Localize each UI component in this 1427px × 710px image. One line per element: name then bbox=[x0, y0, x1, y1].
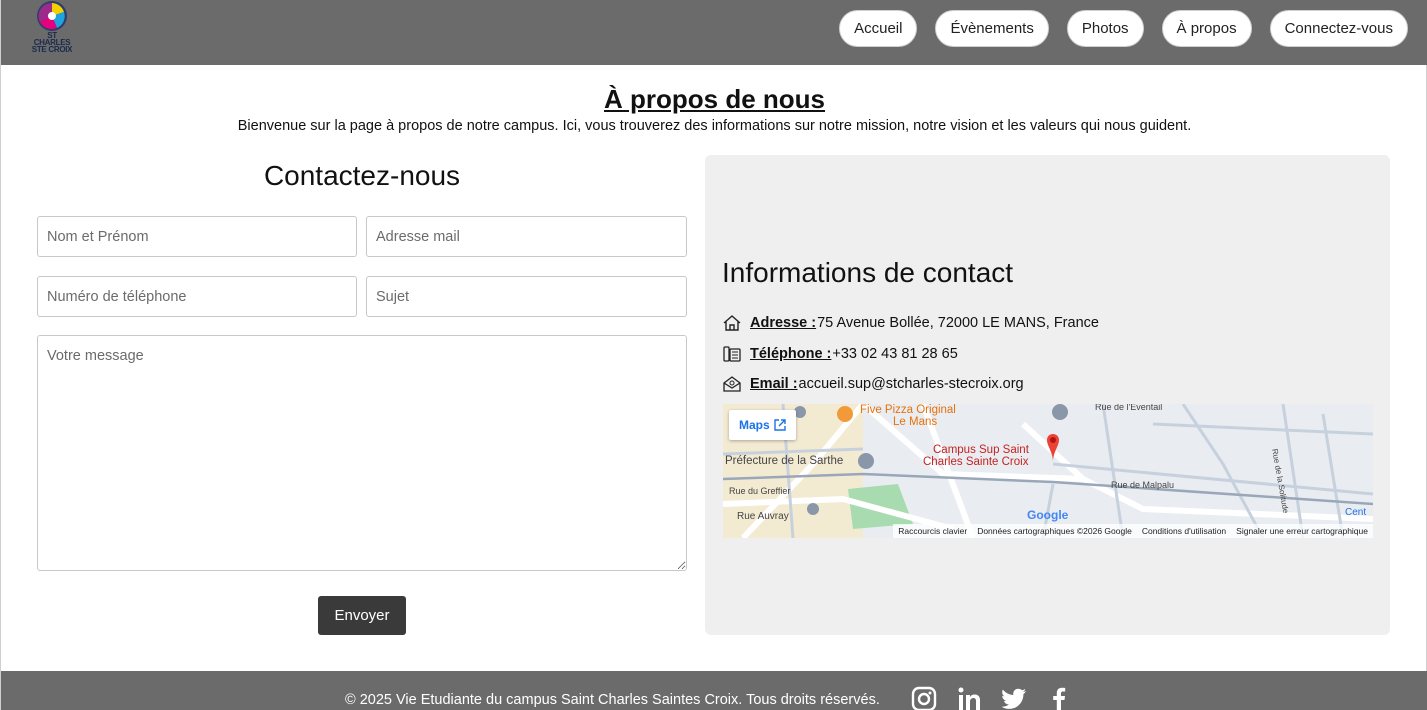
map-label-cent: Cent bbox=[1345, 507, 1367, 518]
message-textarea[interactable] bbox=[37, 335, 687, 571]
facebook-icon[interactable] bbox=[1046, 686, 1073, 710]
map-label-malpalu: Rue de Malpalu bbox=[1111, 480, 1175, 490]
map-label-pizza-city: Le Mans bbox=[893, 416, 938, 428]
nav-accueil-button[interactable]: Accueil bbox=[839, 10, 918, 47]
map-footer: Raccourcis clavier Données cartographiqu… bbox=[893, 524, 1373, 538]
map-terms-link[interactable]: Conditions d'utilisation bbox=[1142, 526, 1226, 536]
phone-label: Téléphone : bbox=[750, 346, 832, 362]
phone-input[interactable] bbox=[37, 276, 357, 317]
subject-input[interactable] bbox=[366, 276, 687, 317]
email-row: Email : accueil.sup@stcharles-stecroix.o… bbox=[722, 375, 1024, 393]
site-footer: © 2025 Vie Etudiante du campus Saint Cha… bbox=[1, 671, 1427, 710]
nav-login-button[interactable]: Connectez-vous bbox=[1269, 10, 1408, 47]
map-label-campus-1: Campus Sup Saint bbox=[933, 444, 1029, 456]
google-logo: Google bbox=[1027, 508, 1069, 522]
map-label-greffier: Rue du Greffier bbox=[729, 486, 791, 496]
address-value: 75 Avenue Bollée, 72000 LE MANS, France bbox=[817, 315, 1099, 331]
nav-a-propos-button[interactable]: À propos bbox=[1161, 10, 1252, 47]
map-label-eventail: Rue de l'Éventail bbox=[1095, 404, 1163, 412]
email-input[interactable] bbox=[366, 216, 687, 257]
phone-row: Téléphone : +33 02 43 81 28 65 bbox=[722, 345, 958, 363]
copyright-text: © 2025 Vie Etudiante du campus Saint Cha… bbox=[345, 692, 880, 708]
email-value: accueil.sup@stcharles-stecroix.org bbox=[798, 376, 1024, 392]
contact-info-panel: Informations de contact Adresse : 75 Ave… bbox=[705, 155, 1390, 635]
instagram-icon[interactable] bbox=[911, 686, 938, 710]
site-header: ST CHARLES STE CROIX Accueil Évènements … bbox=[1, 0, 1427, 65]
map-label-auvray: Rue Auvray bbox=[737, 511, 789, 522]
map-label-pizza: Five Pizza Original bbox=[860, 404, 956, 416]
address-label: Adresse : bbox=[750, 315, 817, 331]
contact-form-title: Contactez-nous bbox=[263, 160, 461, 191]
house-icon bbox=[723, 315, 741, 331]
main-nav: Accueil Évènements Photos À propos Conne… bbox=[839, 10, 1408, 47]
page-title: À propos de nous bbox=[604, 84, 825, 114]
intro-text: Bienvenue sur la page à propos de notre … bbox=[237, 118, 1192, 134]
map-label-campus-2: Charles Sainte Croix bbox=[923, 456, 1029, 468]
google-map[interactable]: Maps Five Pizza Original Le Mans Campus … bbox=[723, 404, 1373, 538]
nav-photos-button[interactable]: Photos bbox=[1066, 10, 1144, 47]
social-links bbox=[911, 686, 1073, 710]
email-label: Email : bbox=[750, 376, 798, 392]
name-input[interactable] bbox=[37, 216, 357, 257]
address-row: Adresse : 75 Avenue Bollée, 72000 LE MAN… bbox=[722, 314, 1099, 332]
map-shortcuts-link[interactable]: Raccourcis clavier bbox=[898, 526, 967, 536]
phone-icon bbox=[723, 346, 741, 362]
send-button[interactable]: Envoyer bbox=[318, 596, 406, 635]
nav-evenements-button[interactable]: Évènements bbox=[935, 10, 1049, 47]
envelope-icon bbox=[723, 376, 741, 392]
open-maps-button[interactable]: Maps bbox=[729, 410, 796, 440]
map-report-link[interactable]: Signaler une erreur cartographique bbox=[1236, 526, 1368, 536]
map-label-prefecture: Préfecture de la Sarthe bbox=[725, 455, 844, 467]
logo-text: ST CHARLES STE CROIX bbox=[31, 31, 73, 54]
twitter-icon[interactable] bbox=[1001, 686, 1028, 710]
phone-value: +33 02 43 81 28 65 bbox=[832, 346, 958, 362]
linkedin-icon[interactable] bbox=[956, 686, 983, 710]
map-data-text: Données cartographiques ©2026 Google bbox=[977, 526, 1132, 536]
external-link-icon bbox=[773, 419, 786, 431]
contact-info-title: Informations de contact bbox=[722, 257, 1014, 288]
